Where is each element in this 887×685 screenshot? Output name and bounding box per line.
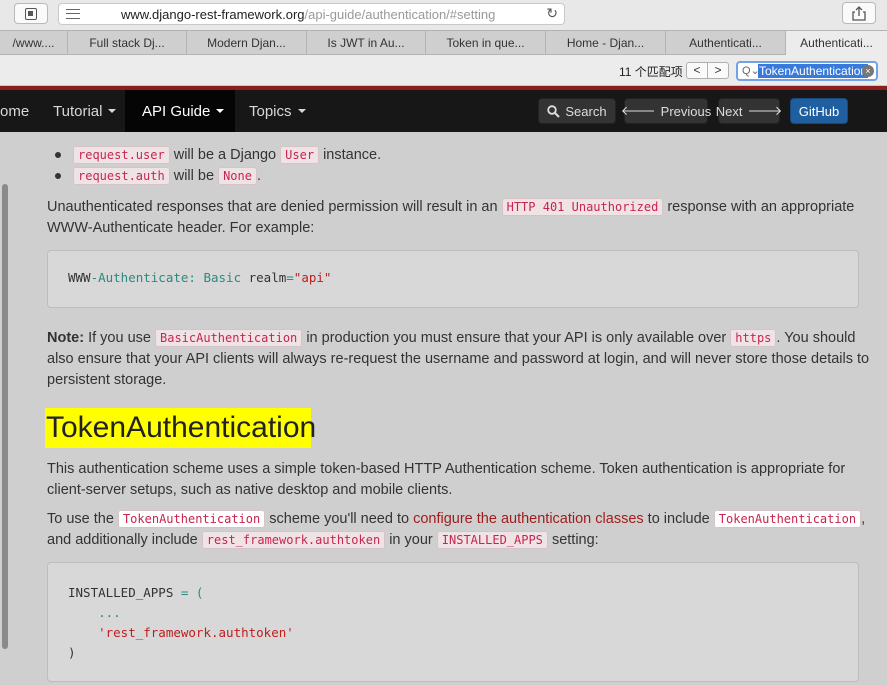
tab-active[interactable]: Authenticati... bbox=[786, 31, 887, 55]
tab-6[interactable]: Home - Djan... bbox=[546, 31, 666, 55]
inline-code: None bbox=[218, 167, 257, 185]
next-button[interactable]: Next 🡒 bbox=[716, 98, 783, 124]
arrow-right-icon: 🡒 bbox=[747, 103, 783, 118]
search-button[interactable]: Search bbox=[538, 98, 616, 124]
nav-api-guide[interactable]: API Guide bbox=[125, 90, 235, 132]
find-input[interactable]: Q⌄ TokenAuthentication × bbox=[736, 61, 878, 81]
list-item: request.auth will be None. bbox=[73, 167, 261, 185]
nav-home[interactable]: ome bbox=[0, 90, 29, 132]
tab-1[interactable]: /www.... bbox=[0, 31, 68, 55]
paragraph-line: and additionally include rest_framework.… bbox=[47, 531, 599, 549]
paragraph: To use the TokenAuthentication scheme yo… bbox=[47, 510, 866, 528]
tab-2[interactable]: Full stack Dj... bbox=[68, 31, 187, 55]
find-match-count: 11 个匹配项 bbox=[619, 65, 683, 79]
reload-icon[interactable]: ↻ bbox=[546, 5, 558, 22]
inline-code: https bbox=[730, 329, 777, 347]
search-icon bbox=[547, 104, 561, 118]
nav-topics[interactable]: Topics bbox=[249, 90, 306, 132]
site-navbar: ome Tutorial API Guide Topics Search 🡐 Pr… bbox=[0, 86, 887, 132]
tab-bar: /www.... Full stack Dj... Modern Djan...… bbox=[0, 30, 887, 55]
find-query: TokenAuthentication bbox=[758, 64, 869, 78]
chevron-down-icon bbox=[297, 109, 306, 113]
page-content: request.user will be a Django User insta… bbox=[0, 132, 887, 685]
section-heading: TokenAuthentication bbox=[45, 408, 316, 448]
inline-code: rest_framework.authtoken bbox=[201, 531, 386, 549]
reader-view-icon[interactable] bbox=[66, 9, 80, 19]
inline-code: request.user bbox=[73, 146, 170, 164]
tab-5[interactable]: Token in que... bbox=[426, 31, 546, 55]
sidebar-icon bbox=[25, 7, 37, 20]
share-button[interactable] bbox=[842, 2, 876, 24]
note-line: also ensure that your API clients will a… bbox=[47, 351, 870, 367]
github-button[interactable]: GitHub bbox=[790, 98, 848, 124]
inline-code: HTTP 401 Unauthorized bbox=[501, 198, 664, 216]
url-text: www.django-rest-framework.org/api-guide/… bbox=[121, 7, 496, 22]
scrollbar-thumb[interactable] bbox=[2, 184, 8, 649]
inline-code: INSTALLED_APPS bbox=[436, 531, 548, 549]
paragraph-line: WWW-Authenticate header. For example: bbox=[47, 220, 315, 236]
inline-code-highlight: TokenAuthentication bbox=[117, 510, 266, 528]
scrollbar[interactable] bbox=[0, 154, 10, 685]
chevron-down-icon bbox=[108, 109, 117, 113]
inline-code-highlight: TokenAuthentication bbox=[713, 510, 862, 528]
paragraph-line: client-server setups, such as native des… bbox=[47, 482, 453, 498]
find-nav-group: < > bbox=[686, 62, 729, 79]
inline-code: request.auth bbox=[73, 167, 170, 185]
address-bar[interactable]: www.django-rest-framework.org/api-guide/… bbox=[58, 3, 565, 25]
inline-code: BasicAuthentication bbox=[155, 329, 303, 347]
find-next-button[interactable]: > bbox=[708, 63, 728, 78]
tab-3[interactable]: Modern Djan... bbox=[187, 31, 307, 55]
tab-7[interactable]: Authenticati... bbox=[666, 31, 786, 55]
arrow-left-icon: 🡐 bbox=[620, 103, 656, 118]
sidebar-toggle-button[interactable] bbox=[14, 3, 48, 24]
note-line: persistent storage. bbox=[47, 372, 167, 388]
configure-auth-link[interactable]: configure the authentication classes bbox=[413, 511, 644, 527]
list-item: request.user will be a Django User insta… bbox=[73, 146, 381, 164]
tab-4[interactable]: Is JWT in Au... bbox=[307, 31, 426, 55]
browser-toolbar: www.django-rest-framework.org/api-guide/… bbox=[0, 0, 887, 30]
find-previous-button[interactable]: < bbox=[687, 63, 708, 78]
note-paragraph: Note: If you use BasicAuthentication in … bbox=[47, 329, 856, 347]
clear-icon[interactable]: × bbox=[862, 65, 874, 77]
code-block: INSTALLED_APPS = ( ... 'rest_framework.a… bbox=[47, 562, 859, 682]
bullet-icon bbox=[55, 152, 61, 158]
previous-button[interactable]: 🡐 Previous bbox=[620, 98, 711, 124]
paragraph: Unauthenticated responses that are denie… bbox=[47, 198, 855, 216]
paragraph: This authentication scheme uses a simple… bbox=[47, 461, 846, 477]
find-bar: 11 个匹配项 < > Q⌄ TokenAuthentication × bbox=[0, 55, 887, 86]
share-icon bbox=[852, 5, 866, 21]
nav-tutorial[interactable]: Tutorial bbox=[53, 90, 117, 132]
chevron-down-icon bbox=[216, 109, 225, 113]
bullet-icon bbox=[55, 173, 61, 179]
code-block: WWW-Authenticate: Basic realm="api" bbox=[47, 250, 859, 308]
inline-code: User bbox=[280, 146, 320, 164]
